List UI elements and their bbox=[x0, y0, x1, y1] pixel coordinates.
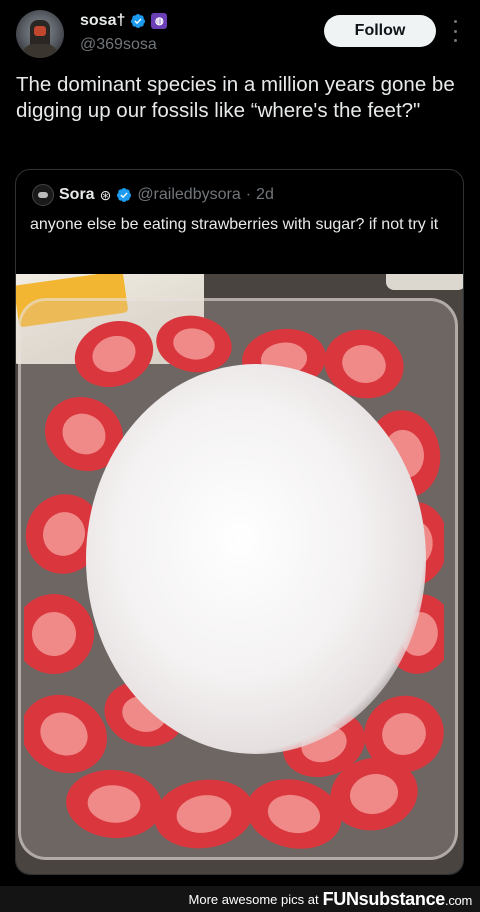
author-name-row: sosa† ◍ bbox=[80, 12, 168, 30]
quoted-handle[interactable]: @railedbysora bbox=[137, 186, 240, 204]
author-display-name[interactable]: sosa† bbox=[80, 12, 125, 30]
strawberry-slice bbox=[74, 320, 154, 388]
quoted-verified-badge-icon bbox=[117, 188, 132, 202]
follow-button[interactable]: Follow bbox=[324, 15, 436, 47]
avatar-face bbox=[34, 26, 46, 36]
watermark-tld: .com bbox=[445, 892, 472, 908]
quoted-avatar[interactable] bbox=[32, 184, 54, 206]
subscriber-badge-icon: ◍ bbox=[151, 13, 168, 29]
quoted-text: anyone else be eating strawberries with … bbox=[30, 216, 439, 233]
watermark-brand: FUNsubstance bbox=[322, 888, 446, 909]
strawberry-slice bbox=[246, 779, 342, 849]
quoted-tweet[interactable]: Sora ⊛ @railedbysora · 2d anyone else be… bbox=[15, 169, 464, 875]
strawberry-slice bbox=[66, 769, 162, 839]
quoted-display-name[interactable]: Sora bbox=[59, 186, 95, 204]
quoted-timestamp[interactable]: 2d bbox=[256, 186, 274, 204]
author-handle[interactable]: @369sosa bbox=[80, 36, 157, 54]
watermark-bar: More awesome pics at FUNsubstance.com bbox=[0, 886, 480, 912]
verified-badge-icon bbox=[131, 14, 146, 28]
more-options-icon[interactable] bbox=[452, 20, 458, 42]
watermark-text: More awesome pics at bbox=[188, 891, 319, 907]
watermark-logo[interactable]: FUNsubstance.com bbox=[322, 888, 473, 910]
paper-towel bbox=[386, 274, 463, 290]
quoted-separator: · bbox=[245, 186, 252, 203]
strawberries-photo[interactable] bbox=[16, 274, 463, 874]
quoted-name-emoji: ⊛ bbox=[99, 186, 112, 203]
avatar-shoulders bbox=[22, 44, 58, 58]
quoted-header: Sora ⊛ @railedbysora · 2d bbox=[32, 184, 274, 206]
tweet-text: The dominant species in a million years … bbox=[16, 73, 455, 122]
strawberry-slice bbox=[154, 779, 254, 849]
sugar-pile bbox=[86, 364, 426, 754]
author-avatar[interactable] bbox=[16, 10, 64, 58]
